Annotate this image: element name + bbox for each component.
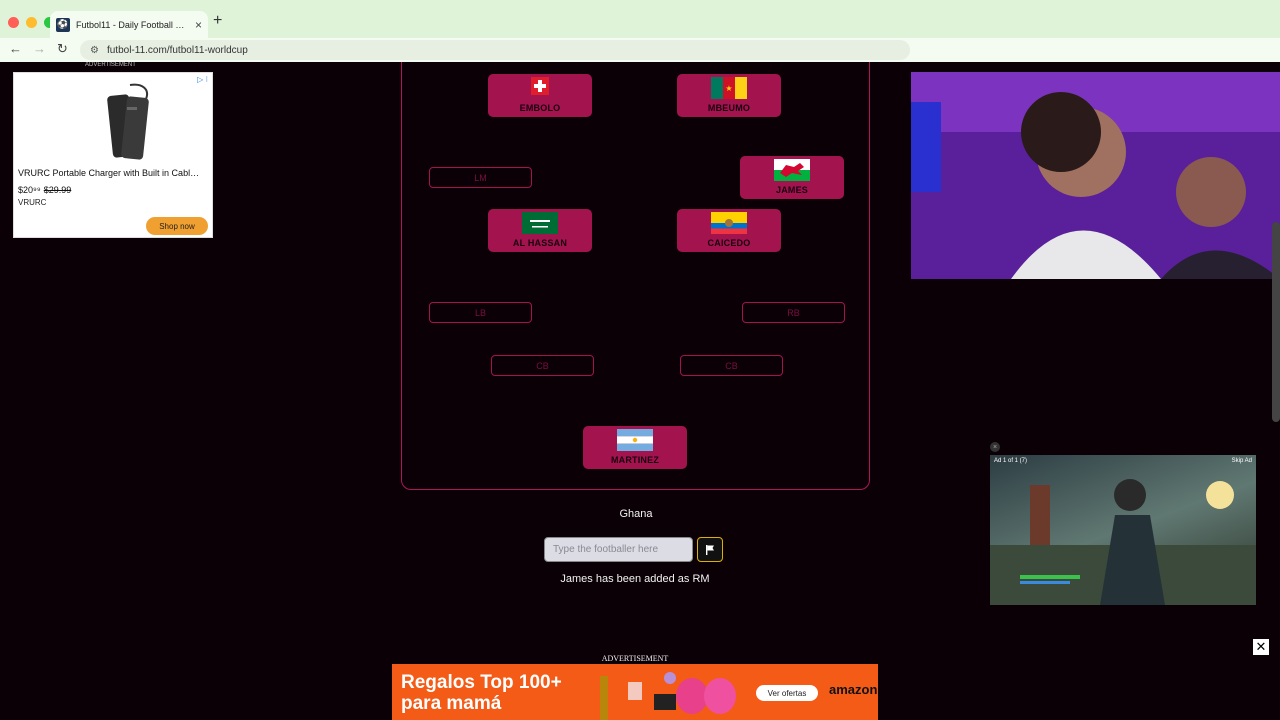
left-ad-price: $20⁹⁹ $29.99: [18, 185, 71, 195]
new-tab-button[interactable]: +: [213, 12, 222, 30]
bottom-ad-banner[interactable]: Regalos Top 100+ para mamá Ver ofertas a…: [392, 664, 878, 720]
wales-flag-icon: [774, 159, 810, 181]
player-name: EMBOLO: [519, 103, 561, 113]
shop-now-button[interactable]: Shop now: [146, 217, 208, 235]
player-name: CAICEDO: [707, 238, 751, 248]
argentina-flag-icon: [617, 429, 653, 451]
browser-chrome: ⚽ Futbol11 - Daily Football Gam… × + ← →…: [0, 0, 1280, 62]
player-card-james[interactable]: JAMES: [740, 156, 844, 199]
bottom-ad-headline: Regalos Top 100+ para mamá: [401, 672, 562, 714]
price-current: $20⁹⁹: [18, 185, 41, 195]
toolbar: ← → ↻ ⚙ futbol-11.com/futbol11-worldcup: [0, 38, 1280, 62]
left-ad-title[interactable]: VRURC Portable Charger with Built in Cab…: [18, 168, 210, 178]
video-ad[interactable]: Ad 1 of 1 (7) Skip Ad: [990, 455, 1256, 605]
video-ad-counter: Ad 1 of 1 (7): [994, 458, 1028, 464]
video-ad-close-icon[interactable]: ×: [990, 442, 1000, 452]
video-ad-frame: [990, 479, 1256, 605]
player-card-embolo[interactable]: EMBOLO: [488, 74, 592, 117]
player-card-al-hassan[interactable]: AL HASSAN: [488, 209, 592, 252]
left-ad-brand: VRURC: [18, 198, 47, 207]
webcam-overlay: [911, 72, 1280, 279]
close-bottom-ad-icon[interactable]: ✕: [1253, 639, 1269, 655]
page-content: ADVERTISEMENT ▷ ⁝ VRURC Portable Charger…: [0, 62, 1280, 720]
site-info-icon[interactable]: ⚙: [90, 45, 99, 56]
player-name: MBEUMO: [707, 103, 751, 113]
give-up-button[interactable]: [697, 537, 723, 562]
left-ad-label: ADVERTISEMENT: [85, 62, 136, 68]
player-card-martinez[interactable]: MARTINEZ: [583, 426, 687, 469]
slot-cb-right[interactable]: CB: [680, 355, 783, 376]
page-scrollbar[interactable]: [1272, 222, 1280, 422]
slot-lb[interactable]: LB: [429, 302, 532, 323]
back-icon[interactable]: ←: [9, 41, 22, 56]
bottom-ad-label: ADVERTISEMENT: [601, 654, 669, 663]
browser-tab[interactable]: ⚽ Futbol11 - Daily Football Gam… ×: [50, 11, 208, 38]
tab-title: Futbol11 - Daily Football Gam…: [76, 19, 191, 30]
pitch: EMBOLO ★ MBEUMO LM JAMES AL HASSAN CAICE…: [401, 62, 870, 490]
minimize-window-icon[interactable]: [26, 17, 37, 28]
status-message: James has been added as RM: [560, 573, 710, 585]
tab-bar: ⚽ Futbol11 - Daily Football Gam… × +: [0, 8, 1280, 38]
player-card-caicedo[interactable]: CAICEDO: [677, 209, 781, 252]
player-name: AL HASSAN: [512, 238, 568, 248]
price-old: $29.99: [43, 185, 72, 195]
player-name: MARTINEZ: [610, 455, 660, 465]
tab-close-icon[interactable]: ×: [195, 18, 202, 32]
window-controls: [8, 17, 55, 28]
player-card-mbeumo[interactable]: ★ MBEUMO: [677, 74, 781, 117]
slot-rb[interactable]: RB: [742, 302, 845, 323]
footballer-input[interactable]: [544, 537, 693, 562]
favicon-icon: ⚽: [56, 17, 70, 32]
gift-products-image: [600, 672, 736, 720]
ecuador-flag-icon: [711, 212, 747, 234]
ad-choices-icon[interactable]: ▷ ⁝: [197, 75, 208, 84]
svg-text:★: ★: [725, 84, 732, 93]
reload-icon[interactable]: ↻: [57, 41, 68, 57]
url-text: futbol-11.com/futbol11-worldcup: [106, 44, 248, 56]
slot-lm[interactable]: LM: [429, 167, 532, 188]
flag-icon: [706, 544, 714, 555]
country-clue: Ghana: [619, 508, 653, 520]
bottom-ad-line2: para mamá: [401, 693, 502, 714]
charger-product-image: [107, 83, 149, 160]
webcam-image: [911, 72, 1280, 279]
forward-icon[interactable]: →: [33, 41, 46, 56]
skip-ad-button[interactable]: Skip Ad: [1232, 458, 1252, 464]
player-name: JAMES: [775, 185, 808, 195]
left-ad[interactable]: ▷ ⁝ VRURC Portable Charger with Built in…: [13, 72, 213, 238]
address-bar[interactable]: ⚙ futbol-11.com/futbol11-worldcup: [80, 40, 910, 60]
amazon-logo: amazon: [829, 682, 878, 697]
saudi-arabia-flag-icon: [522, 212, 558, 234]
switzerland-flag-icon: [531, 77, 549, 95]
cameroon-flag-icon: ★: [711, 77, 747, 99]
close-window-icon[interactable]: [8, 17, 19, 28]
slot-cb-left[interactable]: CB: [491, 355, 594, 376]
ver-ofertas-button[interactable]: Ver ofertas: [756, 685, 818, 701]
bottom-ad-line1: Regalos Top 100+: [401, 672, 562, 693]
